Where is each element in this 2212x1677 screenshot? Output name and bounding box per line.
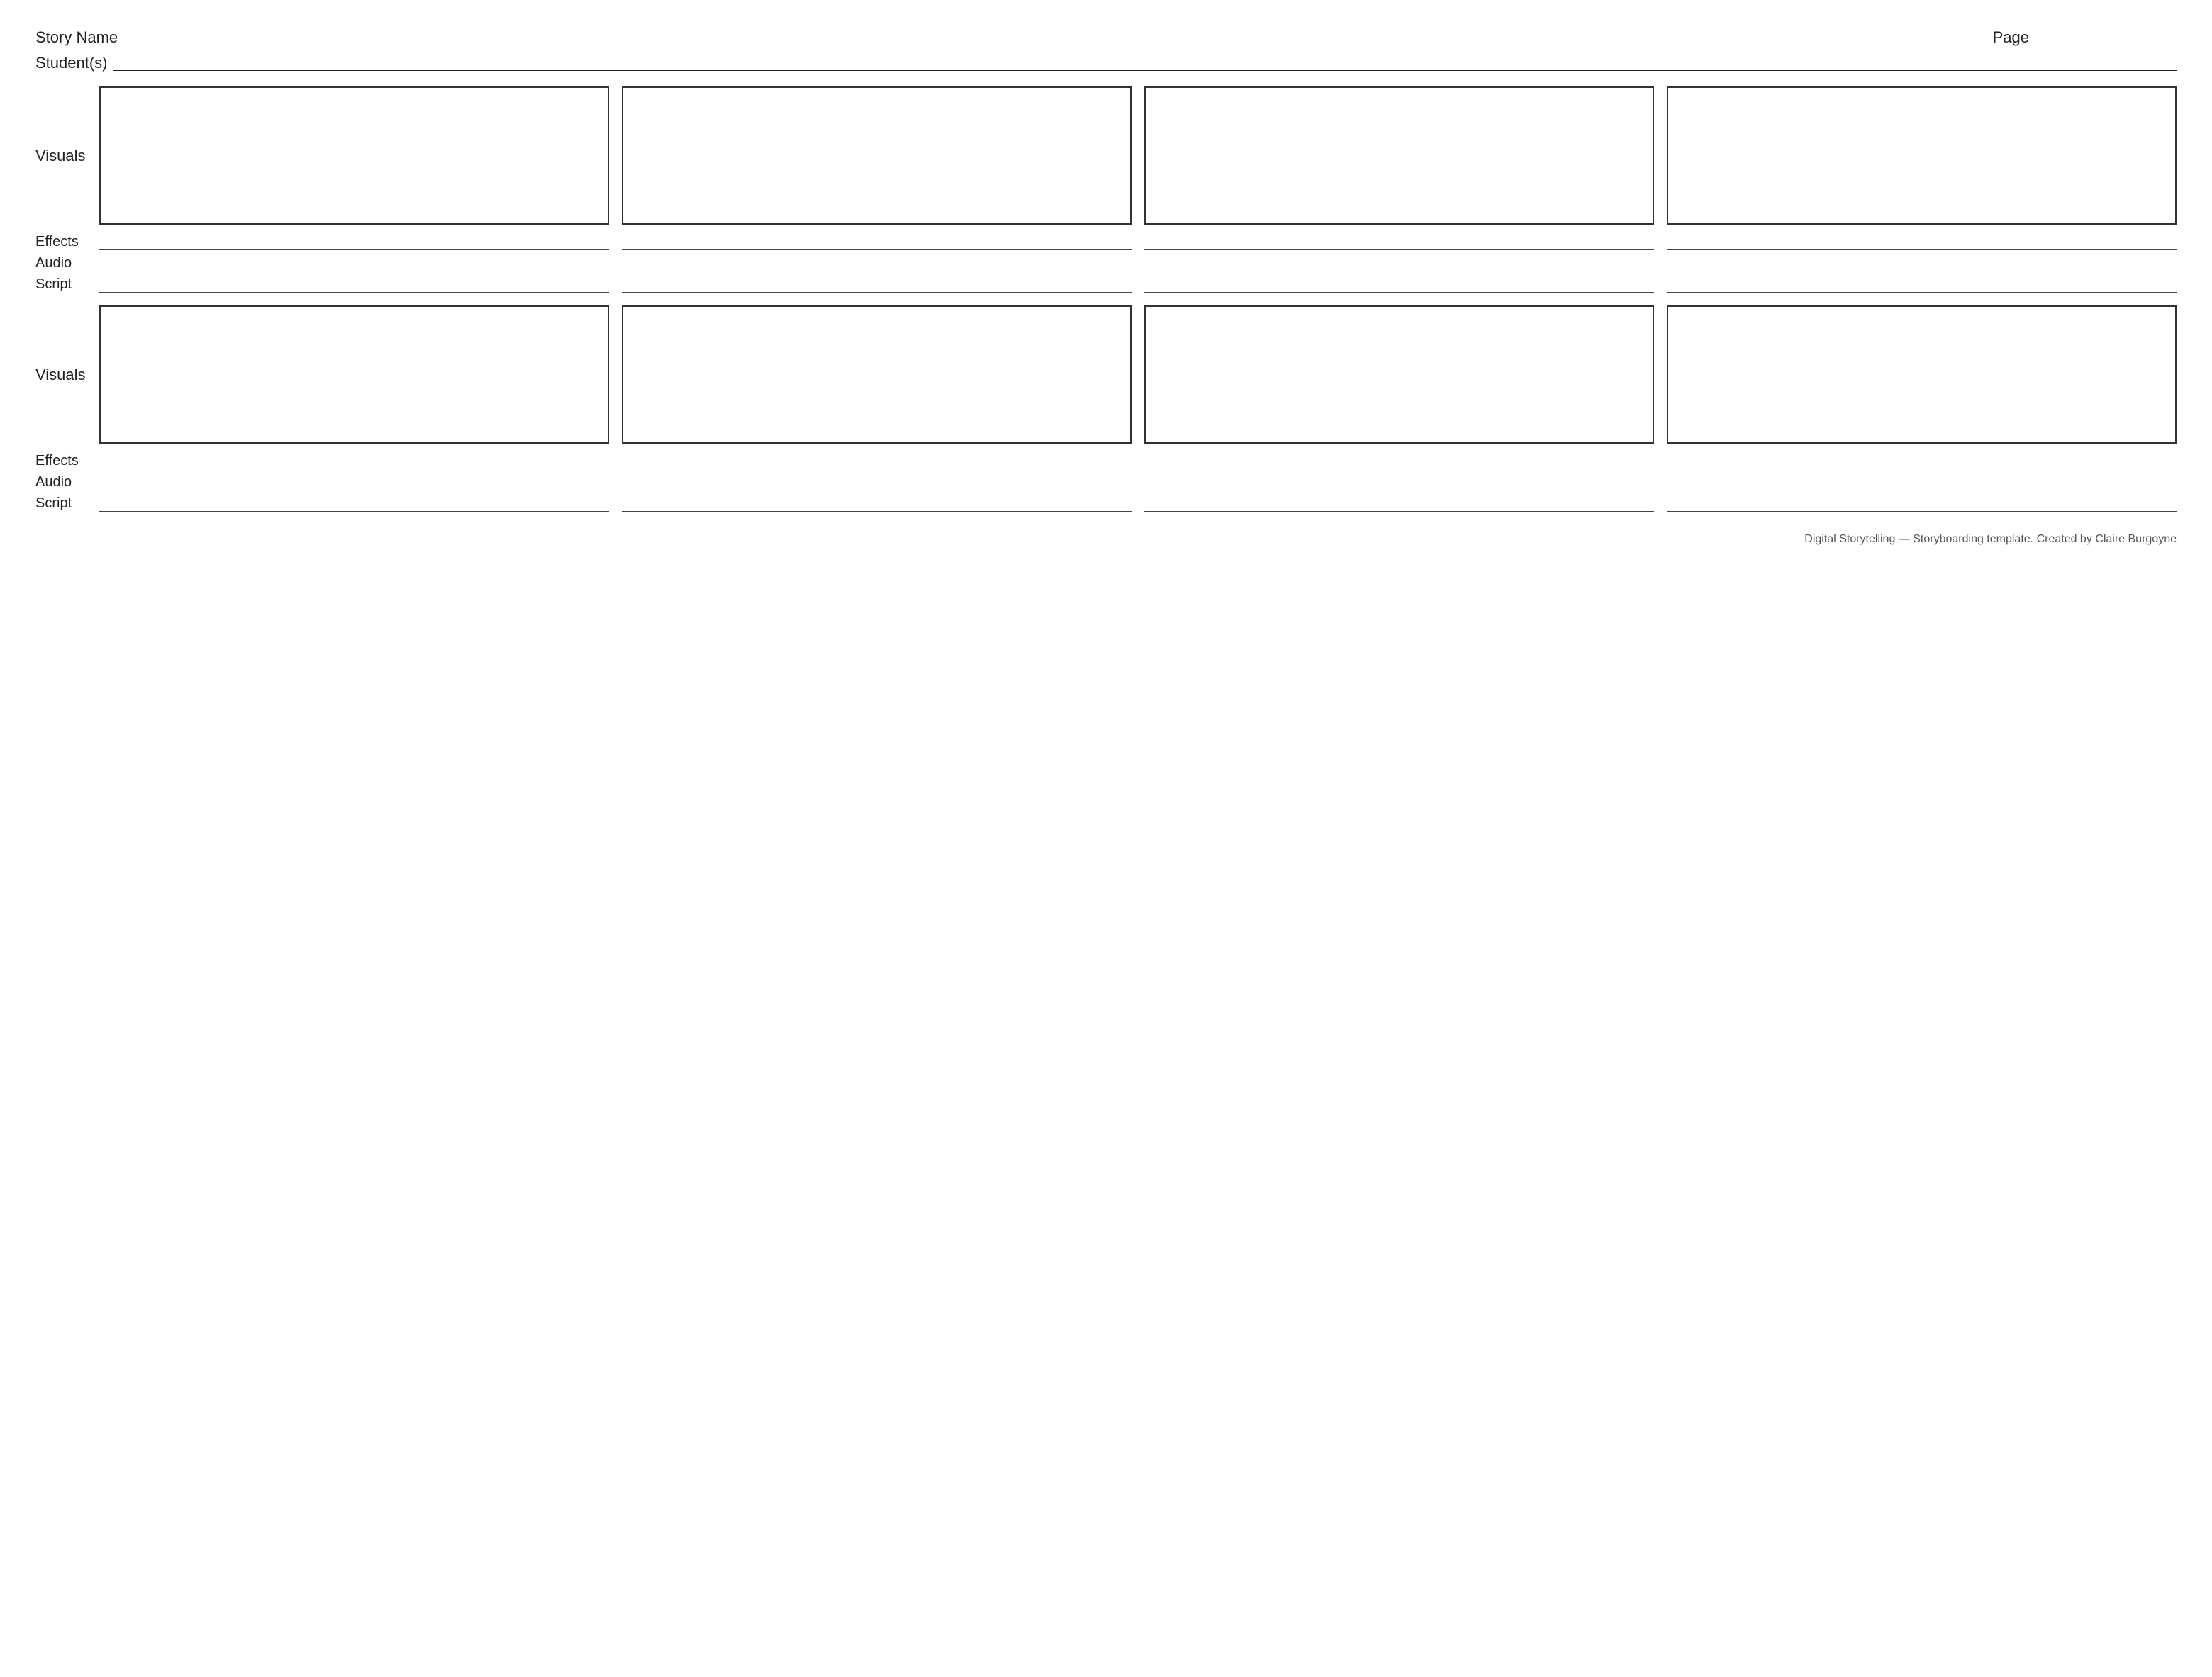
footer-text: Digital Storytelling — Storyboarding tem…	[1804, 533, 2177, 545]
audio-lines-2	[99, 473, 2177, 490]
script-line-1-1	[99, 276, 609, 293]
frame-box-2-2	[622, 305, 1132, 444]
visuals-label-2: Visuals	[35, 366, 99, 384]
audio-label-2: Audio	[35, 474, 99, 490]
audio-row-2: Audio	[35, 473, 2177, 490]
frame-box-1-3	[1144, 86, 1654, 225]
script-line-1-4	[1667, 276, 2177, 293]
storyboard-section-1: Visuals Effects Audio	[35, 86, 2177, 293]
script-line-2-1	[99, 495, 609, 512]
frame-box-2-1	[99, 305, 609, 444]
fields-section-1: Effects Audio Script	[35, 233, 2177, 293]
effects-line-1-2	[622, 233, 1132, 250]
effects-line-2-2	[622, 452, 1132, 469]
effects-line-1-1	[99, 233, 609, 250]
students-row: Student(s)	[35, 54, 2177, 72]
frames-container-2	[99, 305, 2177, 444]
effects-line-2-3	[1144, 452, 1654, 469]
audio-line-1-1	[99, 254, 609, 271]
frame-box-1-4	[1667, 86, 2177, 225]
audio-line-1-3	[1144, 254, 1654, 271]
script-line-1-2	[622, 276, 1132, 293]
story-name-row: Story Name Page	[35, 28, 2177, 47]
fields-section-2: Effects Audio Script	[35, 452, 2177, 512]
script-line-2-3	[1144, 495, 1654, 512]
effects-lines-2	[99, 452, 2177, 469]
effects-line-2-1	[99, 452, 609, 469]
audio-line-1-2	[622, 254, 1132, 271]
effects-line-1-3	[1144, 233, 1654, 250]
script-label-1: Script	[35, 276, 99, 293]
effects-row-2: Effects	[35, 452, 2177, 469]
effects-label-2: Effects	[35, 453, 99, 469]
frame-box-2-4	[1667, 305, 2177, 444]
audio-line-2-3	[1144, 473, 1654, 490]
audio-line-2-1	[99, 473, 609, 490]
story-name-label: Story Name	[35, 28, 118, 47]
effects-label-1: Effects	[35, 234, 99, 250]
storyboard-section-2: Visuals Effects Audio	[35, 305, 2177, 512]
script-row-2: Script	[35, 495, 2177, 512]
students-label: Student(s)	[35, 54, 108, 72]
audio-line-2-2	[622, 473, 1132, 490]
students-line	[113, 70, 2177, 71]
script-line-2-2	[622, 495, 1132, 512]
script-row-1: Script	[35, 276, 2177, 293]
audio-line-2-4	[1667, 473, 2177, 490]
header: Story Name Page Student(s)	[35, 28, 2177, 72]
script-line-1-3	[1144, 276, 1654, 293]
script-label-2: Script	[35, 495, 99, 512]
audio-label-1: Audio	[35, 255, 99, 271]
effects-row-1: Effects	[35, 233, 2177, 250]
visuals-label-1: Visuals	[35, 147, 99, 165]
frames-container-1	[99, 86, 2177, 225]
audio-lines-1	[99, 254, 2177, 271]
effects-line-1-4	[1667, 233, 2177, 250]
footer: Digital Storytelling — Storyboarding tem…	[35, 533, 2177, 546]
page-label: Page	[1993, 28, 2029, 47]
audio-line-1-4	[1667, 254, 2177, 271]
visuals-row-2: Visuals	[35, 305, 2177, 444]
frame-box-1-1	[99, 86, 609, 225]
audio-row-1: Audio	[35, 254, 2177, 271]
frame-box-2-3	[1144, 305, 1654, 444]
effects-line-2-4	[1667, 452, 2177, 469]
effects-lines-1	[99, 233, 2177, 250]
script-lines-1	[99, 276, 2177, 293]
script-lines-2	[99, 495, 2177, 512]
visuals-row-1: Visuals	[35, 86, 2177, 225]
script-line-2-4	[1667, 495, 2177, 512]
frame-box-1-2	[622, 86, 1132, 225]
